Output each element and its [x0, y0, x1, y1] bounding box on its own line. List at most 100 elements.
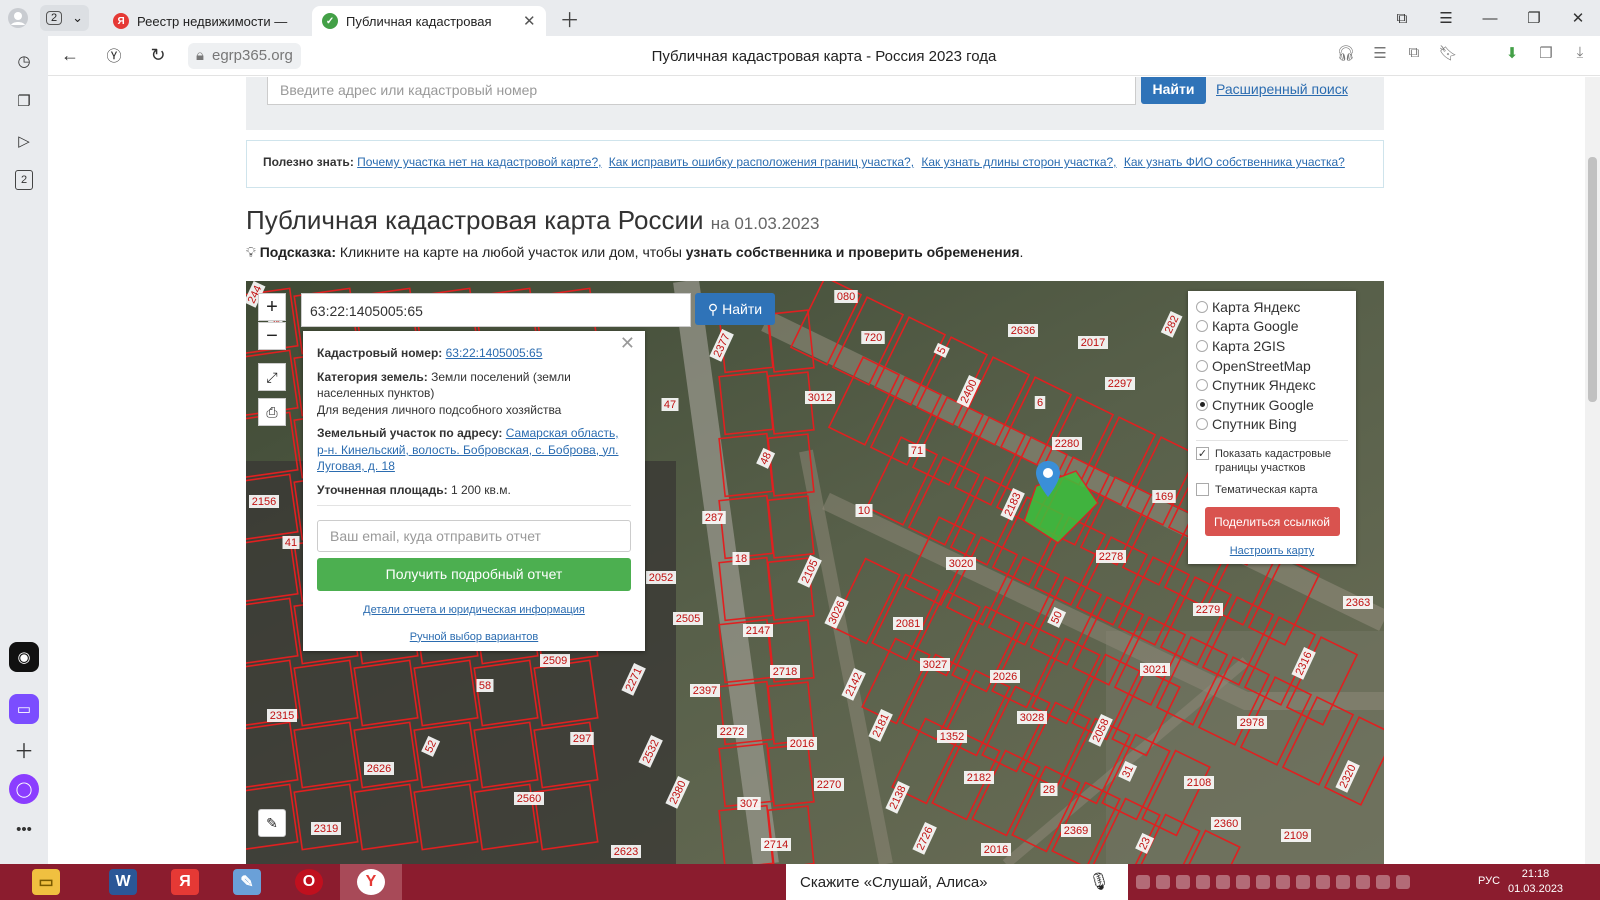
tab-cadastral-map[interactable]: ✓ Публичная кадастровая ✕ [312, 6, 546, 36]
get-report-button[interactable]: Получить подробный отчет [317, 558, 631, 591]
email-field[interactable]: Ваш email, куда отправить отчет [317, 520, 631, 552]
tab-group-button[interactable]: 2 ⌄ [40, 5, 90, 31]
yandex-tray-icon[interactable] [1176, 875, 1190, 889]
cad-number-link[interactable]: 63:22:1405005:65 [446, 346, 543, 360]
back-icon[interactable]: ← [48, 45, 92, 66]
messenger-icon[interactable]: ▭ [9, 694, 39, 724]
thematic-option[interactable]: Тематическая карта [1196, 483, 1348, 497]
tip-link[interactable]: Как исправить ошибку расположения границ… [609, 155, 914, 169]
bluetooth-icon[interactable] [1196, 875, 1210, 889]
configure-map-link[interactable]: Настроить карту [1196, 545, 1348, 557]
radio-button[interactable] [1196, 398, 1208, 411]
clock[interactable]: 21:18 01.03.2023 [1508, 867, 1563, 897]
map-find-button[interactable]: ⚲ Найти [695, 293, 775, 325]
radio-button[interactable] [1196, 339, 1208, 352]
language-indicator[interactable]: РУС [1478, 875, 1500, 887]
play-icon[interactable]: ▷ [9, 126, 39, 156]
opera-tray-icon[interactable] [1136, 875, 1150, 889]
zoom-out-button[interactable]: − [258, 322, 286, 350]
alice-search-box[interactable]: Скажите «Слушай, Алиса» 🎙︎ [786, 864, 1128, 900]
wifi-icon[interactable] [1376, 875, 1390, 889]
print-icon[interactable]: ⎙ [258, 398, 286, 426]
microphone-icon[interactable]: 🎙︎ [1088, 872, 1110, 892]
disk-icon[interactable] [1316, 875, 1330, 889]
car-icon[interactable] [1236, 875, 1250, 889]
reader-icon[interactable]: ☰ [1368, 44, 1392, 62]
collections-icon[interactable]: ❐ [9, 86, 39, 116]
report-details-link[interactable]: Детали отчета и юридическая информация [363, 604, 585, 616]
minimize-icon[interactable]: — [1468, 0, 1512, 36]
monitor-icon[interactable] [1216, 875, 1230, 889]
radio-button[interactable] [1196, 359, 1208, 372]
paint-icon[interactable]: ✎ [216, 864, 278, 900]
collections-icon[interactable]: ❒ [1534, 44, 1558, 62]
display-icon[interactable] [1276, 875, 1290, 889]
add-icon[interactable]: ＋ [9, 734, 39, 764]
tip-link[interactable]: Как узнать ФИО собственника участка? [1124, 155, 1345, 169]
checkbox-unchecked[interactable] [1196, 483, 1209, 497]
more-icon[interactable]: ••• [9, 814, 39, 844]
layer-option[interactable]: OpenStreetMap [1196, 356, 1348, 376]
layer-option[interactable]: Карта Google [1196, 317, 1348, 337]
check-tray-icon[interactable] [1156, 875, 1170, 889]
cadastral-map[interactable]: 244 18 3026 3027 3028 31 2360 2505 2718 2181 2182 2… [246, 281, 1384, 864]
layer-option[interactable]: Карта 2GIS [1196, 336, 1348, 356]
checkbox-checked[interactable]: ✓ [1196, 447, 1209, 461]
plot-number-label: 28 [1040, 783, 1058, 796]
address-search-input[interactable]: Введите адрес или кадастровый номер [267, 77, 1136, 105]
zoom-in-button[interactable]: + [258, 293, 286, 321]
radio-button[interactable] [1196, 300, 1208, 313]
show-boundaries-option[interactable]: ✓ Показать кадастровые границы участков [1196, 447, 1348, 475]
bookmarks-icon[interactable]: ⧉ [1380, 0, 1424, 36]
url-field[interactable]: 🔒︎ egrp365.org [188, 42, 301, 69]
layer-option[interactable]: Карта Яндекс [1196, 297, 1348, 317]
history-icon[interactable]: ◷ [9, 46, 39, 76]
scrollbar-thumb[interactable] [1588, 157, 1597, 402]
reload-icon[interactable]: ↻ [136, 45, 180, 66]
extensions-icon[interactable]: ⧉ [1402, 44, 1426, 62]
radio-button[interactable] [1196, 379, 1208, 392]
menu-icon[interactable]: ☰ [1424, 0, 1468, 36]
bookmark-icon[interactable]: 🔖︎ [1436, 44, 1460, 62]
recorder-icon[interactable]: ◉ [9, 642, 39, 672]
find-button[interactable]: Найти [1141, 77, 1206, 104]
layer-option[interactable]: Спутник Яндекс [1196, 375, 1348, 395]
radio-button[interactable] [1196, 320, 1208, 333]
advanced-search-link[interactable]: Расширенный поиск [1216, 81, 1348, 97]
downloads-icon[interactable]: ⤓ [1568, 44, 1592, 62]
tip-link[interactable]: Как узнать длины сторон участка?, [921, 155, 1116, 169]
tabs-count-icon[interactable]: 2 [15, 170, 33, 190]
ruler-icon[interactable]: ✎ [258, 809, 286, 837]
onenote-icon[interactable] [1296, 875, 1310, 889]
layer-option[interactable]: Спутник Google [1196, 395, 1348, 415]
download-extension-icon[interactable]: ⬇ [1500, 44, 1524, 62]
flag-icon[interactable] [1336, 875, 1350, 889]
radio-button[interactable] [1196, 418, 1208, 431]
word-icon[interactable]: W [92, 864, 154, 900]
headphones-icon[interactable]: 🎧︎ [1334, 44, 1358, 62]
opera-icon[interactable]: O [278, 864, 340, 900]
layer-option[interactable]: Спутник Bing [1196, 415, 1348, 435]
volume-icon[interactable] [1396, 875, 1410, 889]
camera-icon[interactable] [1256, 875, 1270, 889]
profile-icon[interactable] [0, 0, 36, 36]
share-link-button[interactable]: Поделиться ссылкой [1204, 507, 1340, 537]
close-tab-icon[interactable]: ✕ [523, 12, 536, 30]
tip-link[interactable]: Почему участка нет на кадастровой карте?… [357, 155, 601, 169]
tab-registry[interactable]: Я Реестр недвижимости — [103, 6, 312, 36]
yandex-browser-icon[interactable]: Y [340, 864, 402, 900]
manual-select-link[interactable]: Ручной выбор вариантов [410, 631, 538, 643]
yandex-icon[interactable]: Я [154, 864, 216, 900]
network-icon[interactable] [1356, 875, 1370, 889]
new-tab-button[interactable]: ＋ [552, 0, 588, 36]
hint-end: . [1019, 244, 1024, 260]
close-window-icon[interactable]: ✕ [1556, 0, 1600, 36]
file-explorer-icon[interactable]: ▭ [0, 864, 92, 900]
yandex-home-icon[interactable]: Ⓨ [92, 45, 136, 66]
scrollbar[interactable] [1585, 77, 1600, 864]
restore-icon[interactable]: ❐ [1512, 0, 1556, 36]
cadastral-number-input[interactable]: 63:22:1405005:65 [301, 293, 691, 327]
close-icon[interactable]: ✕ [620, 334, 635, 351]
fullscreen-icon[interactable]: ⤢ [258, 363, 286, 391]
alice-icon[interactable]: ◯ [9, 774, 39, 804]
